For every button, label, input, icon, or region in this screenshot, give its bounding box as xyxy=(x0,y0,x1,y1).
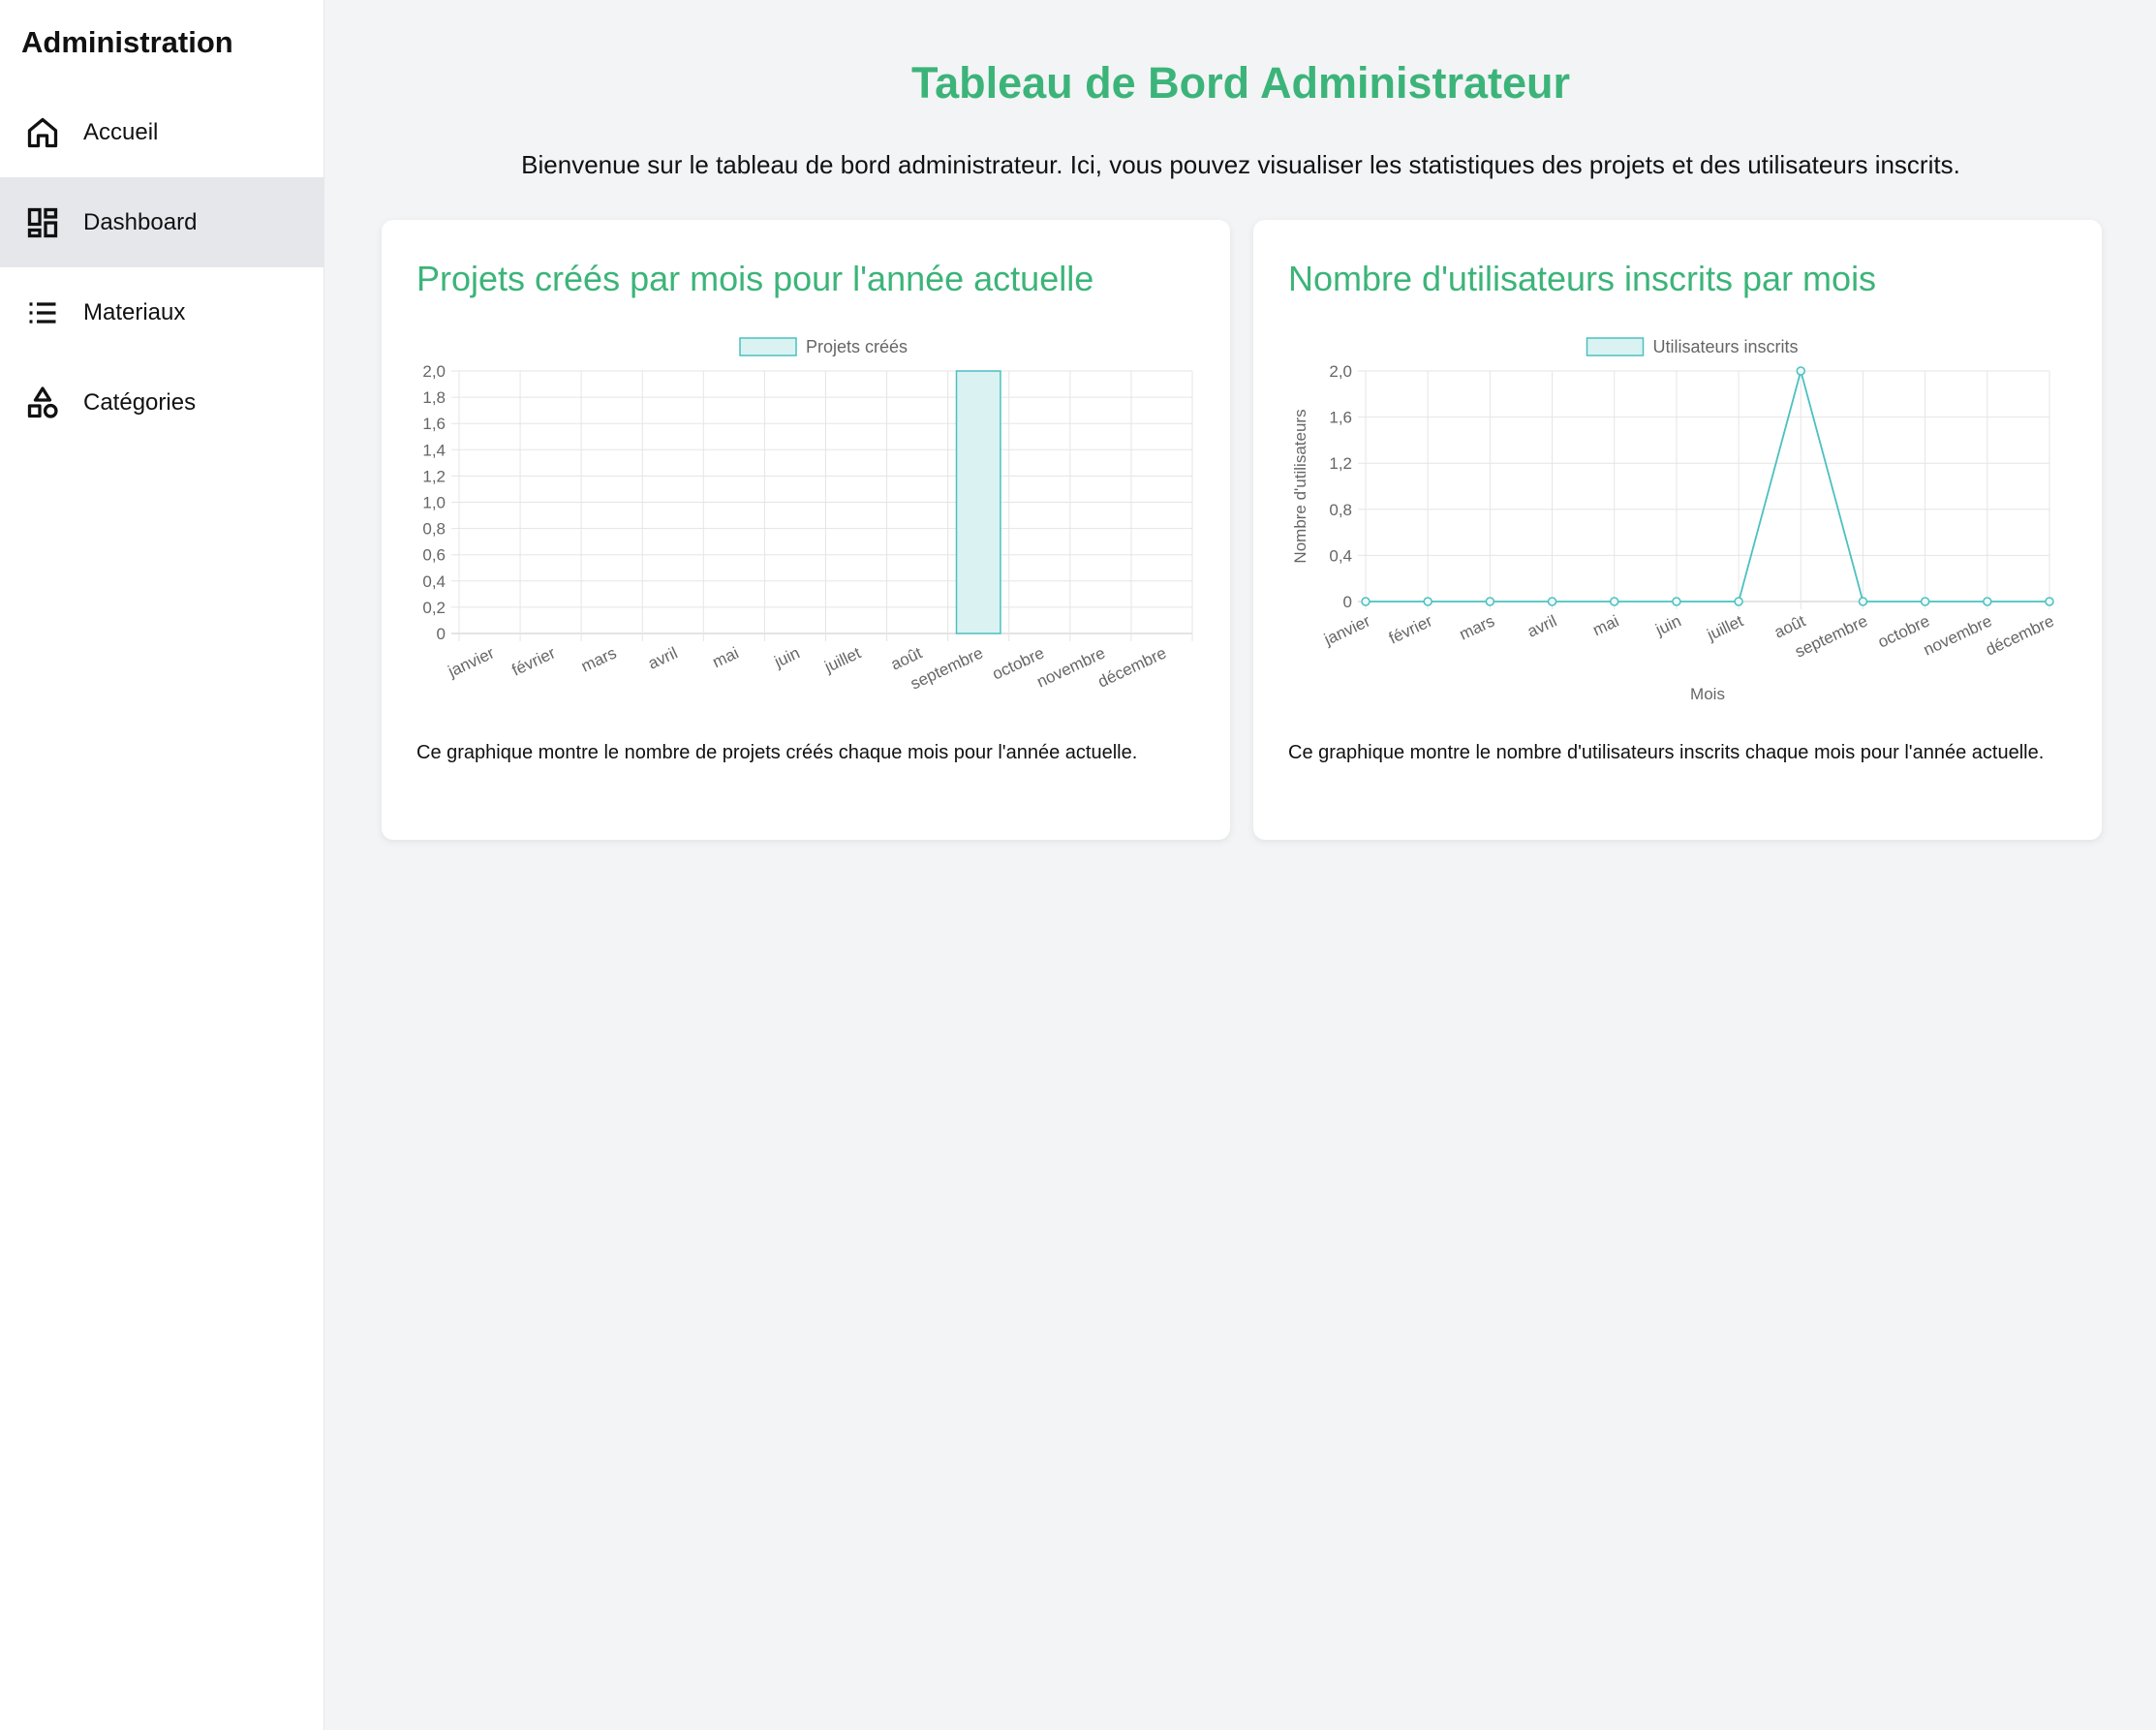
projects-chart-card: Projets créés par mois pour l'année actu… xyxy=(382,220,1230,840)
page-intro: Bienvenue sur le tableau de bord adminis… xyxy=(521,150,1960,179)
sidebar-item-label: Catégories xyxy=(83,388,197,416)
x-tick-label: juillet xyxy=(1704,611,1746,644)
y-tick-label: 1,0 xyxy=(422,494,446,512)
data-point xyxy=(1672,597,1681,606)
x-tick-label: décembre xyxy=(1095,643,1170,691)
dashboard-icon xyxy=(25,205,60,240)
x-tick-label: juillet xyxy=(821,643,864,676)
y-tick-label: 0,8 xyxy=(422,520,446,539)
y-tick-label: 0,8 xyxy=(1329,501,1352,519)
data-point xyxy=(1734,597,1743,606)
series-line xyxy=(1366,367,2049,602)
sidebar-item-dashboard[interactable]: Dashboard xyxy=(0,177,324,267)
x-tick-label: juin xyxy=(771,643,803,671)
y-tick-label: 2,0 xyxy=(1329,362,1352,381)
x-tick-label: mars xyxy=(578,643,619,675)
x-tick-label: janvier xyxy=(1320,611,1373,649)
sidebar-title: Administration xyxy=(21,25,233,59)
card-description: Ce graphique montre le nombre de projets… xyxy=(416,742,1138,763)
sidebar-item-accueil[interactable]: Accueil xyxy=(0,87,324,177)
y-tick-label: 1,2 xyxy=(422,467,446,485)
data-point xyxy=(1361,597,1371,606)
users-line-chart: Utilisateurs inscrits 0 0,4 0,8 1,2 1,6 2,0 jan… xyxy=(1291,337,2057,703)
x-tick-label: novembre xyxy=(1921,611,1995,659)
data-point xyxy=(2045,597,2054,606)
y-tick-label: 1,4 xyxy=(422,441,446,459)
x-tick-label: avril xyxy=(645,643,680,672)
x-axis-title: Mois xyxy=(1690,685,1725,703)
x-tick-label: février xyxy=(1386,611,1435,647)
y-tick-label: 0,2 xyxy=(422,599,446,617)
y-axis-title: Nombre d'utilisateurs xyxy=(1291,409,1309,563)
y-tick-label: 1,6 xyxy=(422,415,446,433)
legend-label: Projets créés xyxy=(806,337,908,356)
x-tick-label: février xyxy=(508,643,558,679)
x-tick-label: janvier xyxy=(445,643,498,681)
data-point xyxy=(1858,597,1868,606)
sidebar-nav: Accueil Dashboard Materiaux Catégories xyxy=(0,87,324,448)
x-tick-label: novembre xyxy=(1034,643,1109,691)
bar xyxy=(955,370,1001,634)
x-tick-label: mai xyxy=(710,643,742,671)
y-tick-label: 1,6 xyxy=(1329,409,1352,427)
home-icon xyxy=(25,115,60,150)
y-tick-label: 1,8 xyxy=(422,388,446,407)
x-tick-label: décembre xyxy=(1983,611,2057,659)
page-title: Tableau de Bord Administrateur xyxy=(910,58,1571,108)
x-tick-label: avril xyxy=(1525,611,1559,640)
users-chart-card: Nombre d'utilisateurs inscrits par mois … xyxy=(1253,220,2102,840)
sidebar-item-label: Accueil xyxy=(83,118,159,145)
data-point xyxy=(1485,597,1495,606)
card-description: Ce graphique montre le nombre d'utilisat… xyxy=(1288,742,2045,763)
legend-label: Utilisateurs inscrits xyxy=(1653,337,1799,356)
y-tick-label: 0,6 xyxy=(422,546,446,565)
sidebar-item-materiaux[interactable]: Materiaux xyxy=(0,267,324,357)
data-point xyxy=(1423,597,1432,606)
x-tick-label: août xyxy=(1771,611,1808,641)
main-content: Tableau de Bord Administrateur Bienvenue… xyxy=(325,0,2156,1730)
x-tick-label: juin xyxy=(1652,611,1684,639)
x-tick-label: mars xyxy=(1457,611,1497,643)
shapes-icon xyxy=(25,386,60,420)
data-point xyxy=(1920,597,1930,606)
data-point xyxy=(1983,597,1992,606)
sidebar: Administration Accueil Dashboard Materia… xyxy=(0,0,324,1730)
x-tick-label: août xyxy=(888,643,925,673)
y-tick-label: 0 xyxy=(1343,593,1352,611)
sidebar-item-categories[interactable]: Catégories xyxy=(0,357,324,448)
y-tick-label: 1,2 xyxy=(1329,454,1352,473)
chart-legend: Projets créés xyxy=(739,337,908,356)
y-tick-label: 0,4 xyxy=(422,572,446,591)
list-icon xyxy=(25,295,60,330)
y-tick-label: 2,0 xyxy=(422,362,446,381)
legend-swatch xyxy=(739,337,797,356)
x-tick-label: mai xyxy=(1590,611,1622,639)
y-tick-label: 0 xyxy=(437,625,446,643)
chart-legend: Utilisateurs inscrits xyxy=(1586,337,1799,356)
data-point xyxy=(1609,597,1619,606)
y-tick-label: 0,4 xyxy=(1329,546,1352,565)
projects-bar-chart: Projets créés 0 0,2 0,4 0,6 0,8 1,0 1,2 1,4 1,6 1,… xyxy=(422,337,1193,694)
sidebar-item-label: Materiaux xyxy=(83,298,186,325)
legend-swatch xyxy=(1586,337,1645,356)
sidebar-item-label: Dashboard xyxy=(83,208,198,235)
data-point xyxy=(1796,366,1806,376)
data-point xyxy=(1547,597,1557,606)
